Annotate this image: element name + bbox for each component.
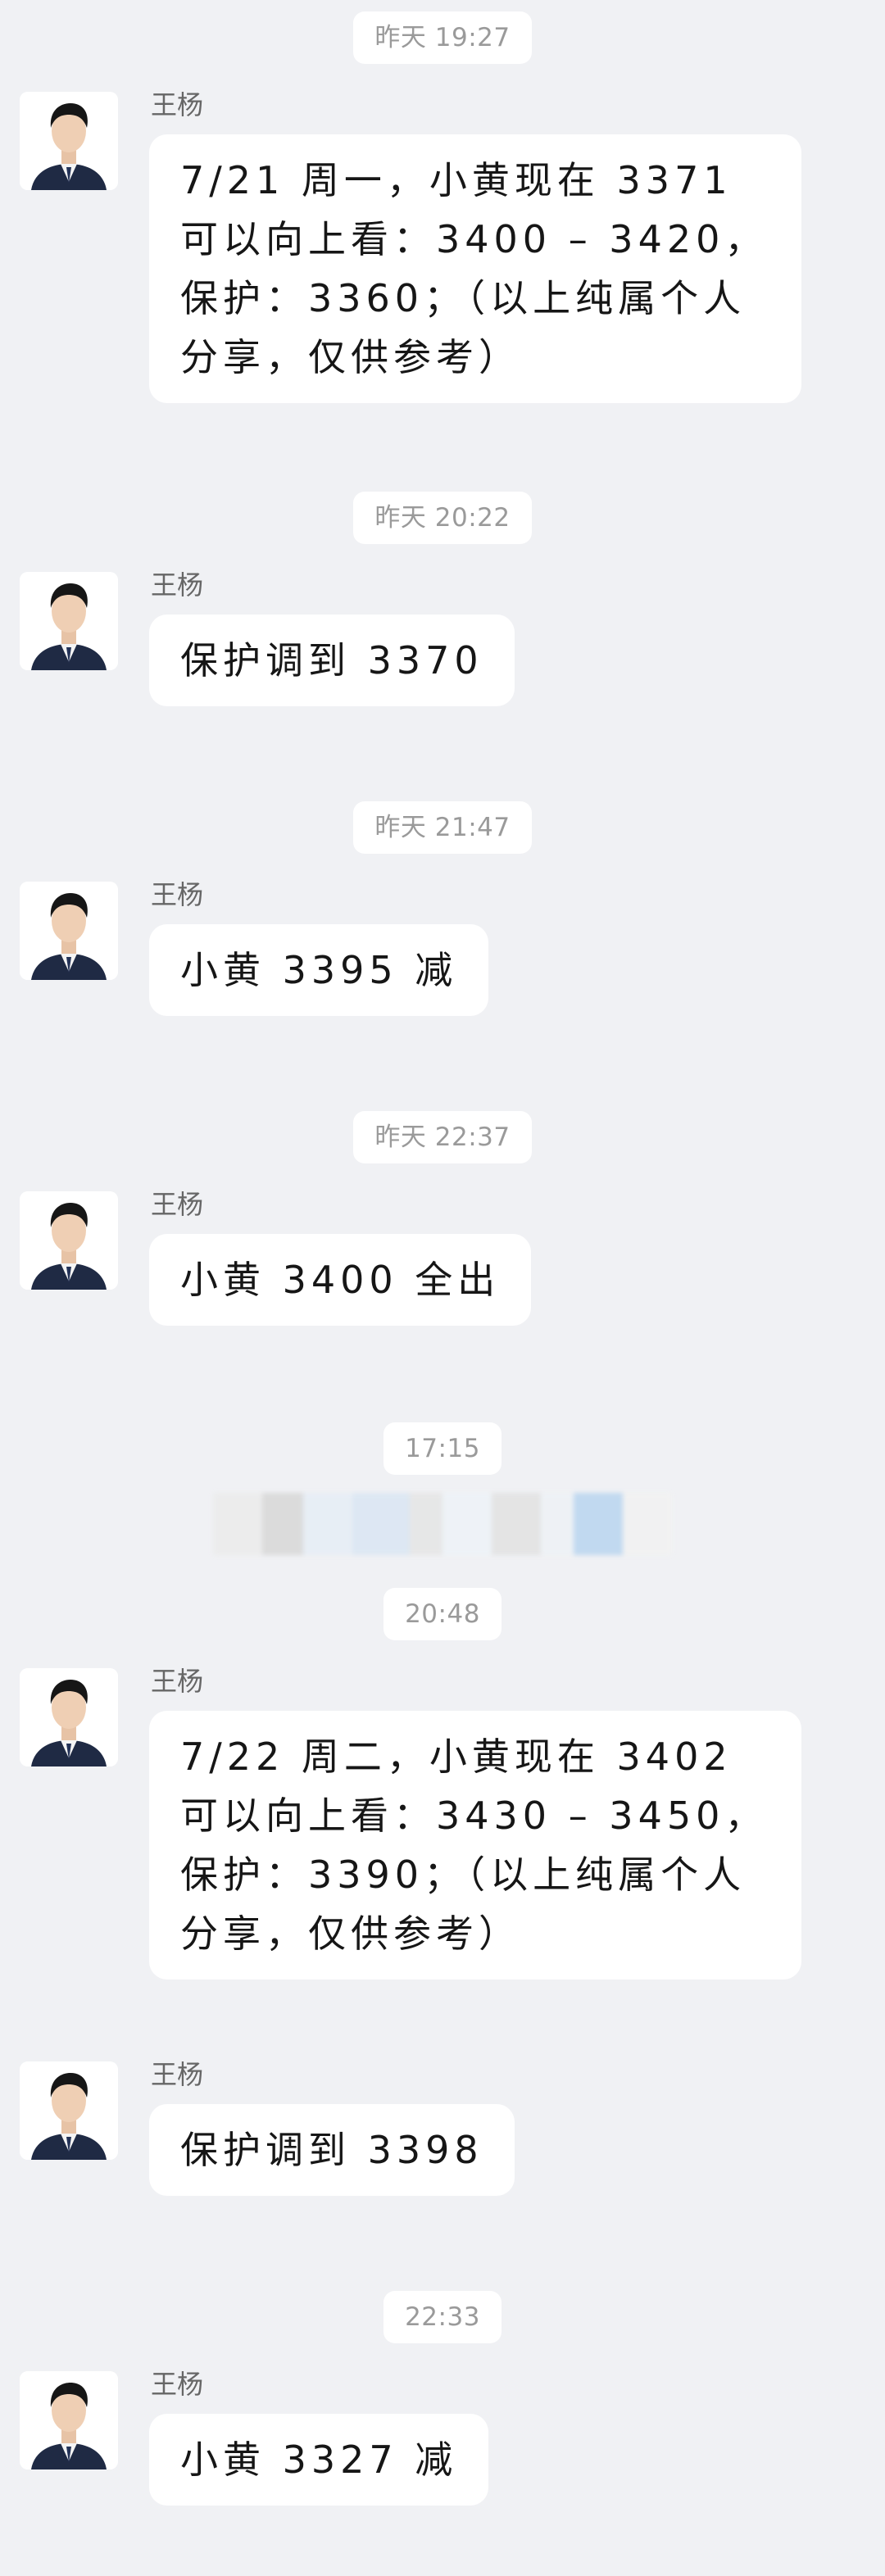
message-bubble[interactable]: 7/22 周二，小黄现在 3402 可以向上看：3430 – 3450，保护：3…	[149, 1711, 801, 1980]
sender-name: 王杨	[151, 1189, 204, 1220]
sender-avatar[interactable]	[20, 2061, 118, 2160]
sender-avatar[interactable]	[20, 2371, 118, 2469]
timestamp-divider: 昨天 20:22	[0, 492, 885, 544]
timestamp-label: 昨天 21:47	[353, 801, 532, 854]
sender-avatar[interactable]	[20, 1668, 118, 1766]
timestamp-label: 17:15	[384, 1422, 502, 1475]
timestamp-divider: 22:33	[0, 2291, 885, 2343]
message-bubble[interactable]: 小黄 3395 减	[149, 924, 489, 1016]
sender-name: 王杨	[151, 89, 204, 120]
timestamp-label: 昨天 20:22	[353, 492, 532, 544]
timestamp-divider: 17:15	[0, 1422, 885, 1475]
message-bubble[interactable]: 小黄 3400 全出	[149, 1234, 532, 1326]
message-bubble[interactable]: 保护调到 3370	[149, 615, 515, 706]
timestamp-divider: 昨天 21:47	[0, 801, 885, 854]
sender-name: 王杨	[151, 1666, 204, 1697]
sender-avatar[interactable]	[20, 882, 118, 980]
redacted-message-blur	[213, 1493, 672, 1555]
timestamp-divider: 昨天 22:37	[0, 1111, 885, 1163]
message-bubble[interactable]: 保护调到 3398	[149, 2104, 515, 2196]
timestamp-label: 昨天 19:27	[353, 11, 532, 64]
sender-name: 王杨	[151, 879, 204, 910]
sender-name: 王杨	[151, 2059, 204, 2090]
chat-history[interactable]: 昨天 19:27 王杨 7/21 周一，小黄现在 3371 可以向上看：3400…	[0, 0, 885, 2576]
sender-avatar[interactable]	[20, 92, 118, 190]
timestamp-divider: 昨天 19:27	[0, 11, 885, 64]
message-bubble[interactable]: 7/21 周一，小黄现在 3371 可以向上看：3400 – 3420，保护：3…	[149, 134, 801, 403]
message-bubble[interactable]: 小黄 3327 减	[149, 2414, 489, 2506]
sender-avatar[interactable]	[20, 572, 118, 670]
timestamp-label: 22:33	[384, 2291, 502, 2343]
sender-name: 王杨	[151, 2369, 204, 2400]
timestamp-label: 昨天 22:37	[353, 1111, 532, 1163]
timestamp-divider: 20:48	[0, 1588, 885, 1640]
timestamp-label: 20:48	[384, 1588, 502, 1640]
sender-avatar[interactable]	[20, 1191, 118, 1290]
sender-name: 王杨	[151, 569, 204, 601]
